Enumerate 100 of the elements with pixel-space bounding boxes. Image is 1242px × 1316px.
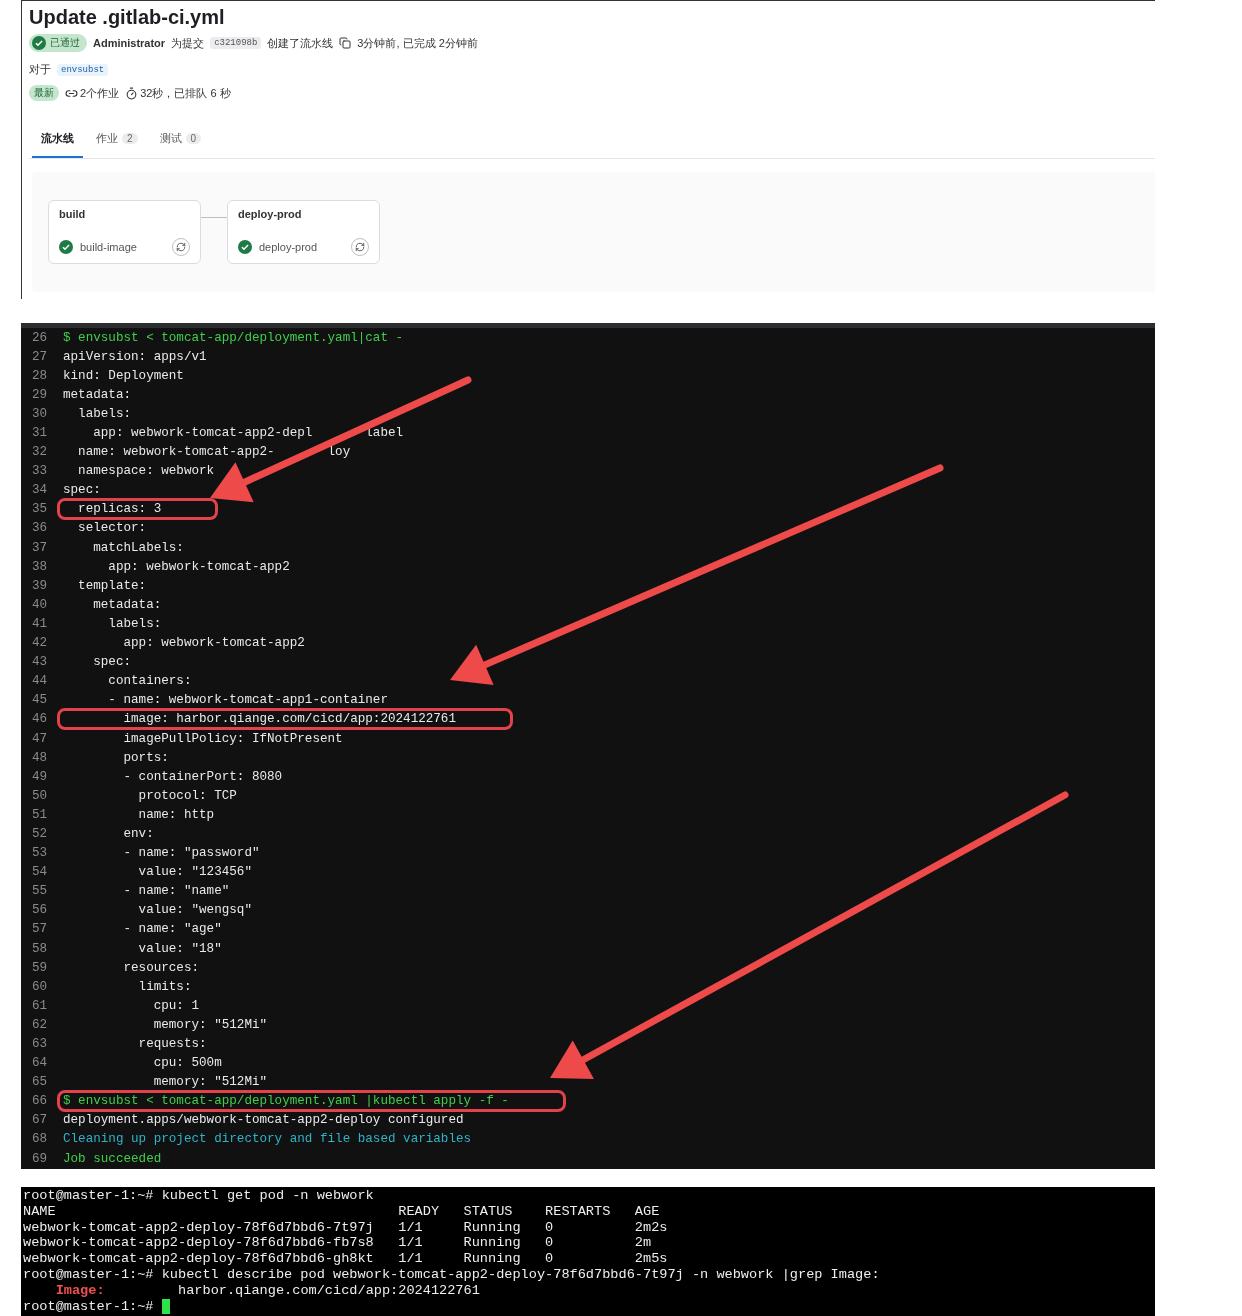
author-name[interactable]: Administrator bbox=[93, 37, 166, 49]
log-line: - name: "name" bbox=[122, 884, 230, 899]
copy-icon[interactable] bbox=[339, 37, 352, 49]
line-number: 51 bbox=[30, 807, 47, 822]
line-number: 49 bbox=[30, 769, 47, 784]
line-number: 35 bbox=[30, 502, 47, 517]
line-number: 66 bbox=[30, 1094, 47, 1109]
line-number: 42 bbox=[30, 636, 47, 651]
log-line: value: "18" bbox=[137, 941, 222, 956]
log-line: template: bbox=[77, 578, 147, 593]
log-line: spec: bbox=[63, 483, 101, 498]
line-number: 41 bbox=[30, 616, 47, 631]
job-name[interactable]: build-image bbox=[80, 241, 137, 253]
line-number: 46 bbox=[30, 712, 47, 727]
ref-tag[interactable]: envsubst bbox=[57, 63, 109, 76]
line-number: 65 bbox=[30, 1075, 47, 1090]
terminal-line: webwork-tomcat-app2-deploy-78f6d7bbd6-fb7s8 1/1 Running 0 2m bbox=[23, 1235, 653, 1252]
log-line: matchLabels: bbox=[92, 540, 184, 555]
log-line: label bbox=[365, 426, 404, 440]
log-line: - name: webwork-tomcat-app1-container bbox=[107, 693, 388, 708]
log-line: ports: bbox=[122, 750, 169, 765]
log-line: namespace: webwork bbox=[77, 464, 215, 479]
log-line: imagePullPolicy: IfNotPresent bbox=[122, 731, 343, 746]
line-number: 61 bbox=[30, 998, 47, 1013]
success-icon bbox=[59, 240, 73, 254]
line-number: 33 bbox=[30, 464, 47, 479]
line-number: 31 bbox=[30, 426, 47, 440]
log-line: app: webwork-tomcat-app2 bbox=[107, 559, 290, 574]
terminal-prompt: root@master-1:~# bbox=[23, 1298, 155, 1314]
retry-button[interactable] bbox=[351, 238, 369, 256]
time-text: 3分钟前, 已完成 2分钟前 bbox=[357, 35, 478, 51]
line-number: 57 bbox=[30, 922, 47, 937]
log-line: $ envsubst < tomcat-app/deployment.yaml|cat - bbox=[63, 330, 404, 345]
log-line: cpu: 500m bbox=[152, 1056, 222, 1071]
log-line: - name: "password" bbox=[122, 846, 260, 861]
log-line: value: "wengsq" bbox=[137, 903, 252, 918]
log-line: requests: bbox=[137, 1037, 207, 1051]
terminal-line: root@master-1:~# kubectl describe pod webwork-tomcat-app2-deploy-78f6d7bbd6-7t97j -n webwork |grep Image: bbox=[23, 1267, 881, 1283]
tab[interactable]: 作业 2 bbox=[87, 123, 147, 158]
log-line: - containerPort: 8080 bbox=[122, 769, 283, 784]
line-number: 37 bbox=[30, 540, 47, 555]
log-line: name: http bbox=[137, 807, 215, 822]
log-line: env: bbox=[122, 827, 154, 841]
terminal-line: harbor.qiange.com/cicd/app:2024122761 bbox=[178, 1282, 480, 1298]
tab[interactable]: 流水线 bbox=[32, 123, 83, 158]
commit-sha[interactable]: c321098b bbox=[210, 37, 262, 49]
log-line: memory: "512Mi" bbox=[152, 1017, 268, 1032]
refresh-icon bbox=[355, 242, 365, 252]
log-line: containers: bbox=[107, 674, 192, 689]
line-number: 58 bbox=[30, 941, 47, 956]
line-number: 60 bbox=[30, 979, 47, 994]
log-line: loy bbox=[327, 445, 351, 460]
log-line: selector: bbox=[77, 521, 147, 536]
cursor bbox=[161, 1298, 170, 1314]
line-number: 69 bbox=[30, 1151, 47, 1166]
stage-name: deploy-prod bbox=[238, 208, 303, 220]
log-line: metadata: bbox=[92, 597, 162, 612]
line-number: 56 bbox=[30, 903, 47, 918]
job-name[interactable]: deploy-prod bbox=[259, 241, 318, 253]
log-line: name: webwork-tomcat-app2- bbox=[77, 445, 275, 460]
line-number: 48 bbox=[30, 750, 47, 765]
line-number: 55 bbox=[30, 884, 47, 899]
line-number: 67 bbox=[30, 1113, 47, 1128]
terminal-line: webwork-tomcat-app2-deploy-78f6d7bbd6-7t97j 1/1 Running 0 2m2s bbox=[23, 1219, 669, 1236]
refresh-icon bbox=[176, 242, 186, 252]
line-number: 52 bbox=[30, 827, 47, 841]
log-line: value: "123456" bbox=[137, 865, 252, 880]
line-number: 63 bbox=[30, 1037, 47, 1051]
timer-icon bbox=[125, 86, 139, 100]
line-number: 26 bbox=[30, 330, 47, 345]
log-line: protocol: TCP bbox=[137, 788, 237, 803]
line-number: 39 bbox=[30, 578, 47, 593]
log-line: memory: "512Mi" bbox=[152, 1075, 268, 1090]
line-number: 29 bbox=[30, 387, 47, 402]
log-line: app: webwork-tomcat-app2-depl bbox=[92, 426, 313, 440]
line-number: 32 bbox=[30, 445, 47, 460]
line-number: 47 bbox=[30, 731, 47, 746]
pipeline-title: Update .gitlab-ci.yml bbox=[29, 5, 226, 30]
line-number: 53 bbox=[30, 846, 47, 861]
status-badge: 已通过 bbox=[29, 34, 87, 52]
log-line: app: webwork-tomcat-app2 bbox=[122, 636, 305, 651]
line-number: 30 bbox=[30, 406, 47, 421]
line-number: 36 bbox=[30, 521, 47, 536]
duration-text: 32秒，已排队 6 秒 bbox=[140, 85, 231, 101]
stage-name: build bbox=[59, 208, 87, 220]
line-number: 44 bbox=[30, 674, 47, 689]
line-number: 62 bbox=[30, 1017, 47, 1032]
line-number: 38 bbox=[30, 559, 47, 574]
log-line: resources: bbox=[122, 960, 200, 975]
line-number: 50 bbox=[30, 788, 47, 803]
line-number: 27 bbox=[30, 349, 47, 364]
latest-badge: 最新 bbox=[29, 85, 59, 101]
line-number: 54 bbox=[30, 865, 47, 880]
line-number: 28 bbox=[30, 368, 47, 383]
retry-button[interactable] bbox=[172, 238, 190, 256]
terminal-line: root@master-1:~# kubectl get pod -n webwork bbox=[23, 1188, 375, 1204]
tab[interactable]: 测试 0 bbox=[150, 123, 211, 158]
log-line: - name: "age" bbox=[122, 922, 222, 937]
log-line: labels: bbox=[107, 616, 162, 631]
line-number: 64 bbox=[30, 1056, 47, 1071]
